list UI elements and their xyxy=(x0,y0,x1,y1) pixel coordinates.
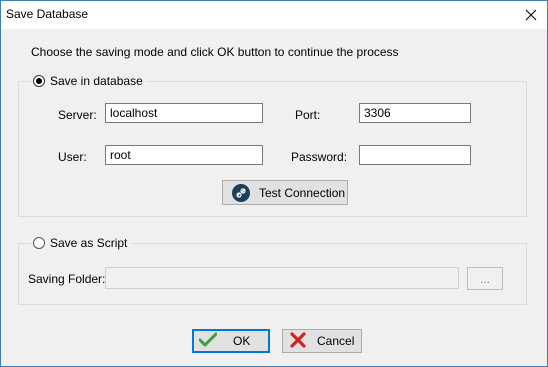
save-as-script-label[interactable]: Save as Script xyxy=(50,236,127,250)
port-input[interactable]: 3306 xyxy=(359,103,471,123)
save-as-script-radio[interactable] xyxy=(33,237,45,249)
save-in-database-label[interactable]: Save in database xyxy=(50,74,143,88)
user-input[interactable]: root xyxy=(105,145,263,165)
window-title: Save Database xyxy=(6,7,89,21)
database-group: Save in database Server: localhost Port:… xyxy=(18,74,527,217)
browse-folder-button[interactable]: ... xyxy=(467,267,503,290)
ok-label: OK xyxy=(233,334,251,348)
save-database-dialog: Save Database Choose the saving mode and… xyxy=(0,0,548,367)
browse-button-label: ... xyxy=(479,271,490,286)
password-input[interactable] xyxy=(359,145,471,165)
link-icon xyxy=(232,183,250,202)
server-input[interactable]: localhost xyxy=(105,103,263,123)
user-label: User: xyxy=(58,150,87,164)
script-group: Save as Script Saving Folder: ... xyxy=(18,236,527,305)
test-connection-label: Test Connection xyxy=(259,185,346,200)
save-in-database-radio[interactable] xyxy=(33,75,45,87)
script-group-legend: Save as Script xyxy=(31,236,132,250)
checkmark-icon xyxy=(198,332,218,351)
x-icon xyxy=(290,331,306,351)
close-icon xyxy=(525,9,537,21)
cancel-label: Cancel xyxy=(317,334,355,348)
password-label: Password: xyxy=(291,150,348,164)
server-label: Server: xyxy=(58,108,97,122)
cancel-button[interactable]: Cancel xyxy=(282,329,362,353)
instruction-text: Choose the saving mode and click OK butt… xyxy=(31,45,399,59)
saving-folder-label: Saving Folder: xyxy=(28,272,106,286)
database-group-legend: Save in database xyxy=(31,74,147,88)
saving-folder-input[interactable] xyxy=(105,267,459,289)
close-button[interactable] xyxy=(515,1,547,29)
ok-button[interactable]: OK xyxy=(192,329,270,353)
title-bar: Save Database xyxy=(1,1,547,29)
test-connection-button[interactable]: Test Connection xyxy=(222,180,348,205)
port-label: Port: xyxy=(295,108,321,122)
